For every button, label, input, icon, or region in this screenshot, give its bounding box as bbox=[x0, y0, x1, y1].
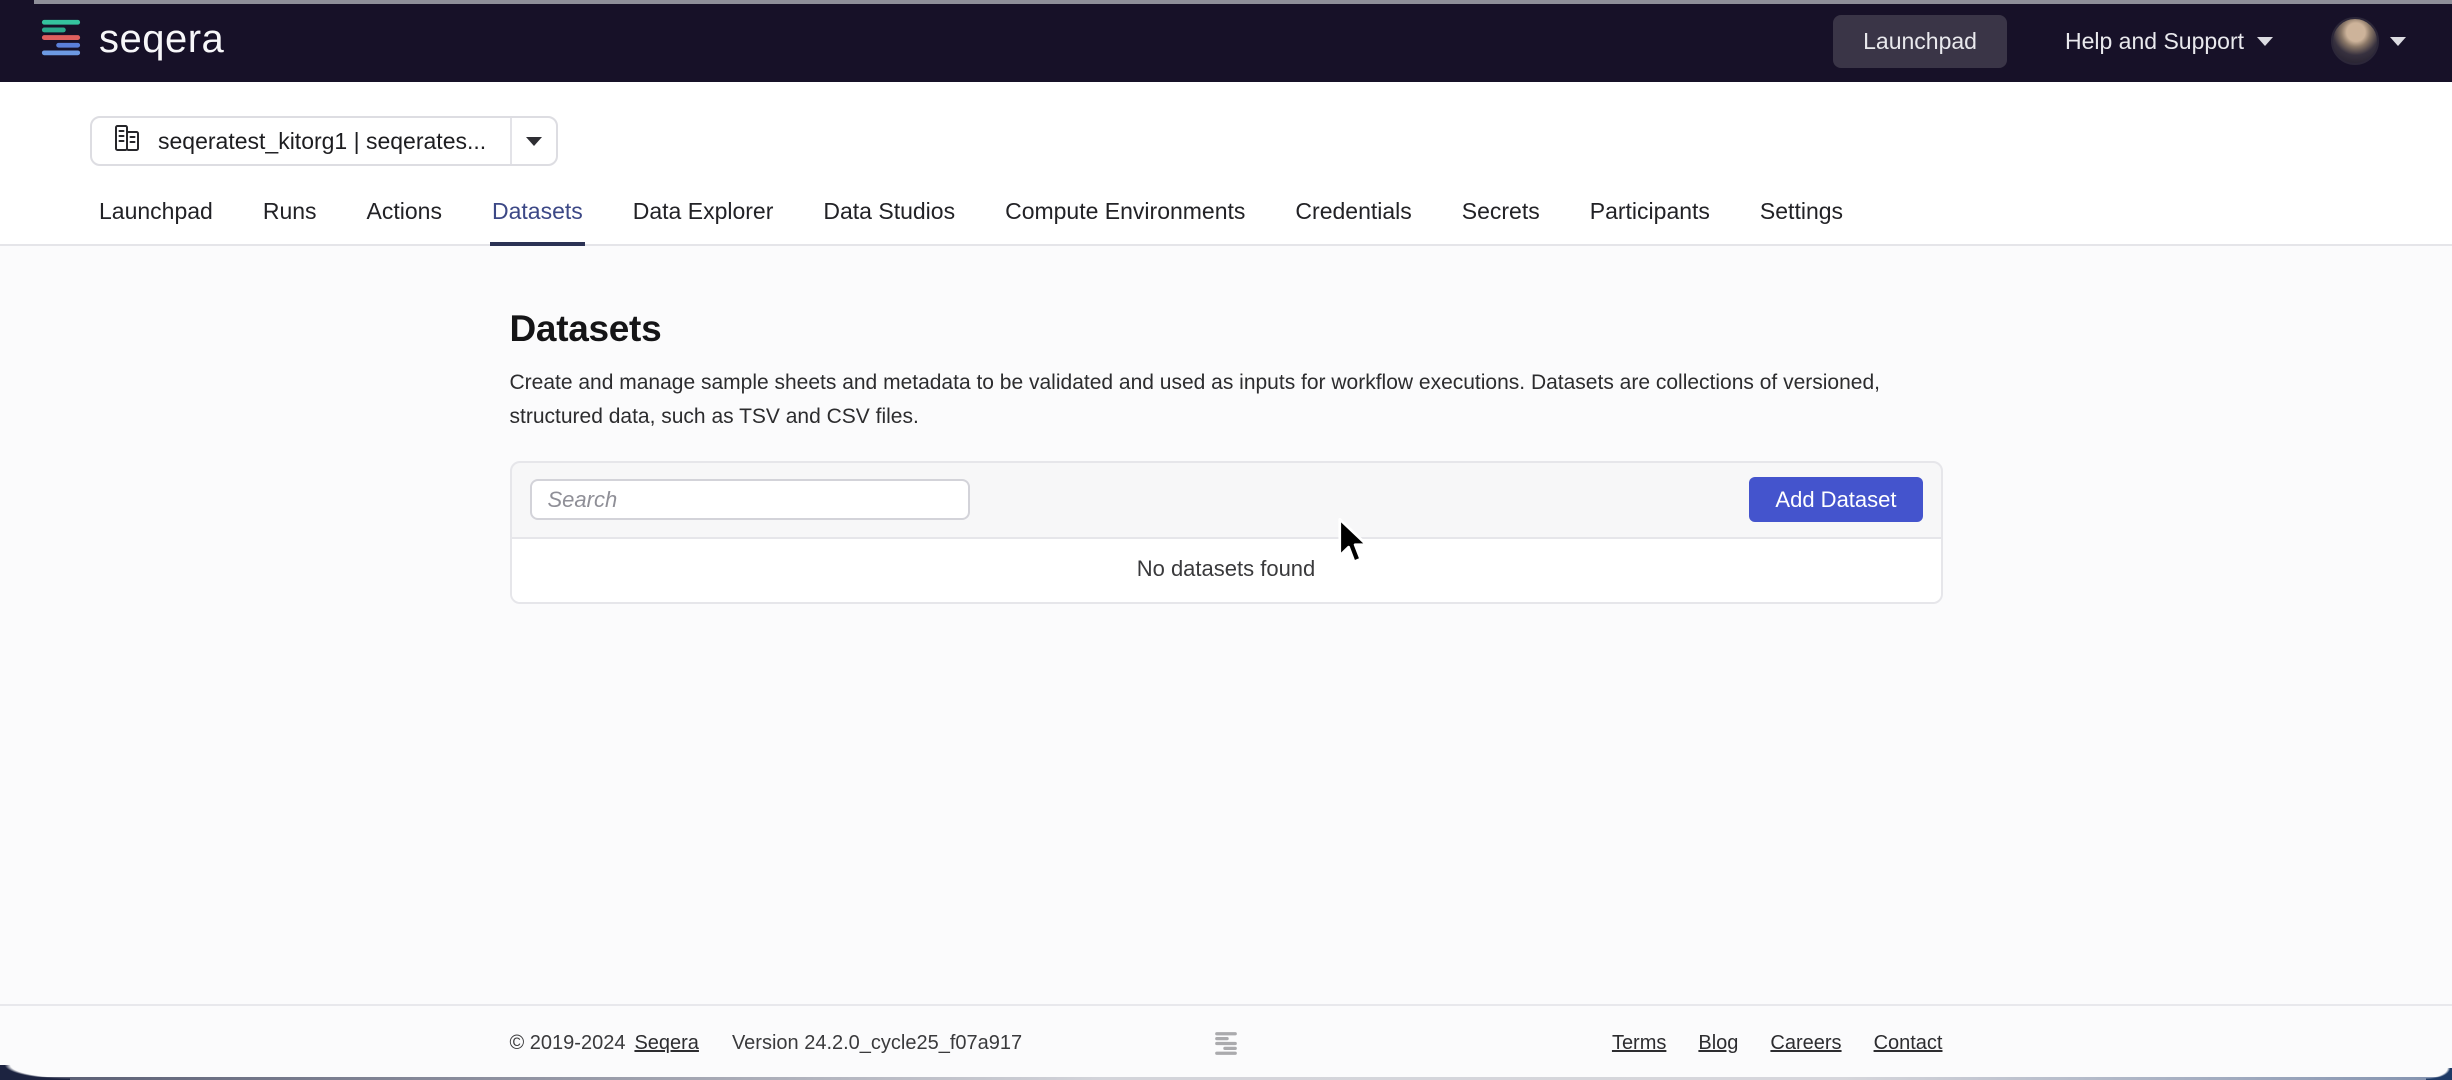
page-title: Datasets bbox=[510, 308, 1943, 350]
tab-settings[interactable]: Settings bbox=[1758, 198, 1845, 244]
seqera-mark-icon bbox=[1213, 1031, 1239, 1055]
contact-link[interactable]: Contact bbox=[1874, 1032, 1943, 1055]
search-input[interactable] bbox=[530, 479, 970, 520]
main-content: Datasets Create and manage sample sheets… bbox=[0, 308, 2452, 604]
tab-actions[interactable]: Actions bbox=[365, 198, 444, 244]
window-top-edge bbox=[34, 0, 2452, 4]
workspace-subheader: seqeratest_kitorg1 | seqerates... Launch… bbox=[0, 82, 2452, 246]
blog-link[interactable]: Blog bbox=[1698, 1032, 1738, 1055]
help-and-support-label: Help and Support bbox=[2065, 28, 2244, 55]
workspace-selector[interactable]: seqeratest_kitorg1 | seqerates... bbox=[90, 116, 558, 166]
footer-links: Terms Blog Careers Contact bbox=[1612, 1032, 1943, 1055]
navbar-right-group: Launchpad Help and Support bbox=[1833, 15, 2406, 68]
seqera-footer-link[interactable]: Seqera bbox=[634, 1032, 699, 1055]
seqera-logo[interactable]: seqera bbox=[38, 18, 224, 65]
top-navbar: seqera Launchpad Help and Support bbox=[0, 0, 2452, 82]
window-corner-bottom-right bbox=[2426, 1068, 2452, 1080]
page-footer: © 2019-2024 Seqera Version 24.2.0_cycle2… bbox=[0, 1004, 2452, 1080]
terms-link[interactable]: Terms bbox=[1612, 1032, 1666, 1055]
tab-compute-environments[interactable]: Compute Environments bbox=[1003, 198, 1247, 244]
organization-building-icon bbox=[112, 123, 142, 159]
empty-state-message: No datasets found bbox=[512, 537, 1941, 602]
tab-data-explorer[interactable]: Data Explorer bbox=[631, 198, 776, 244]
careers-link[interactable]: Careers bbox=[1770, 1032, 1841, 1055]
workspace-selector-dropdown[interactable] bbox=[510, 118, 556, 164]
tab-runs[interactable]: Runs bbox=[261, 198, 319, 244]
copyright-text: © 2019-2024 bbox=[510, 1032, 626, 1055]
seqera-logo-icon bbox=[38, 18, 84, 65]
workspace-tabs: Launchpad Runs Actions Datasets Data Exp… bbox=[0, 198, 2452, 246]
chevron-down-icon bbox=[526, 137, 542, 146]
datasets-toolbar: Add Dataset bbox=[512, 463, 1941, 537]
tab-launchpad[interactable]: Launchpad bbox=[97, 198, 215, 244]
window-corner-bottom-left bbox=[0, 1065, 70, 1080]
launchpad-button[interactable]: Launchpad bbox=[1833, 15, 2007, 68]
datasets-panel: Add Dataset No datasets found bbox=[510, 461, 1943, 604]
tab-participants[interactable]: Participants bbox=[1588, 198, 1712, 244]
tab-datasets[interactable]: Datasets bbox=[490, 198, 585, 246]
add-dataset-button[interactable]: Add Dataset bbox=[1749, 477, 1922, 522]
footer-copyright-group: © 2019-2024 Seqera Version 24.2.0_cycle2… bbox=[510, 1032, 1023, 1055]
workspace-selector-label: seqeratest_kitorg1 | seqerates... bbox=[158, 128, 486, 155]
tab-credentials[interactable]: Credentials bbox=[1293, 198, 1413, 244]
chevron-down-icon bbox=[2257, 37, 2273, 46]
user-menu[interactable] bbox=[2331, 17, 2406, 65]
workspace-selector-main[interactable]: seqeratest_kitorg1 | seqerates... bbox=[92, 118, 510, 164]
chevron-down-icon bbox=[2390, 37, 2406, 46]
version-text: Version 24.2.0_cycle25_f07a917 bbox=[732, 1032, 1022, 1055]
avatar[interactable] bbox=[2331, 17, 2379, 65]
seqera-logo-text: seqera bbox=[99, 19, 224, 63]
help-and-support-menu[interactable]: Help and Support bbox=[2065, 28, 2273, 55]
tab-data-studios[interactable]: Data Studios bbox=[821, 198, 957, 244]
page-description: Create and manage sample sheets and meta… bbox=[510, 366, 1943, 434]
tab-secrets[interactable]: Secrets bbox=[1460, 198, 1542, 244]
